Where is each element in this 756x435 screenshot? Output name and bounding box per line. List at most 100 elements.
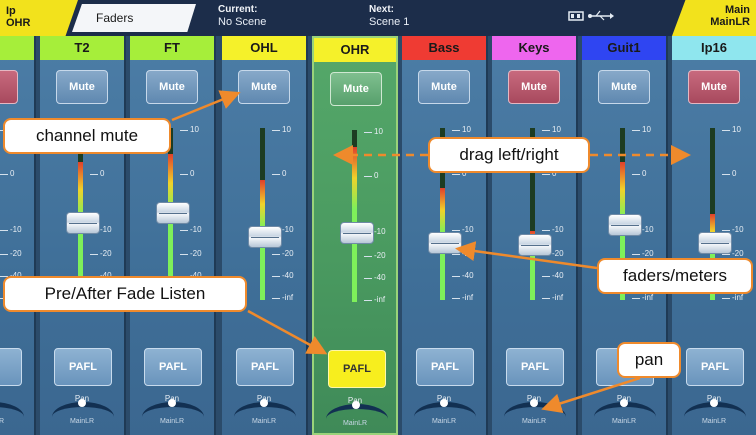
channel-name[interactable]: Bass (402, 36, 486, 60)
channel-strip[interactable]: T2Mute100-10-20-40-infPAFLPanMainLR (40, 36, 126, 435)
mute-button[interactable]: Mute (238, 70, 290, 104)
scale-tick (364, 256, 372, 257)
scale-tick (364, 300, 372, 301)
pafl-button[interactable]: PAFL (506, 348, 564, 386)
pan-control[interactable] (0, 402, 24, 432)
pafl-button[interactable]: L (0, 348, 22, 386)
scale-label: -20 (642, 249, 654, 258)
scale-tick (632, 298, 640, 299)
scale-label: -40 (732, 271, 744, 280)
channel-strip[interactable]: OHLMute100-10-20-40-infPAFLPanMainLR (222, 36, 308, 435)
channel-name[interactable]: OHL (222, 36, 306, 60)
pafl-button[interactable]: PAFL (54, 348, 112, 386)
scale-tick (632, 276, 640, 277)
scale-tick (632, 130, 640, 131)
pan-destination: MainLR (69, 418, 95, 425)
scale-label: 10 (100, 125, 109, 134)
fader-handle[interactable] (518, 234, 552, 256)
channel-name[interactable]: Ip16 (672, 36, 756, 60)
channel-strip[interactable]: OHRMute100-10-20-40-infPAFLPanMainLR (312, 36, 398, 435)
fader-handle[interactable] (66, 212, 100, 234)
channel-strip[interactable]: 10 0 -10 -20 -40 -inf L Pan MainLR (0, 36, 36, 435)
pan-destination: MainLR (431, 418, 457, 425)
pan-position-dot (168, 399, 176, 407)
channel-name[interactable] (0, 36, 34, 60)
pan-destination: MainLR (521, 418, 547, 425)
pafl-button[interactable]: PAFL (328, 350, 386, 388)
scale-label: -40 (100, 271, 112, 280)
mute-button[interactable]: Mute (508, 70, 560, 104)
channel-name[interactable]: Guit1 (582, 36, 666, 60)
pafl-button[interactable]: PAFL (236, 348, 294, 386)
scale-tick (180, 276, 188, 277)
pan-position-dot (620, 399, 628, 407)
scale-tick (90, 276, 98, 277)
scale-label: 0 (190, 169, 195, 178)
mute-button[interactable]: Mute (598, 70, 650, 104)
channel-strip[interactable]: Guit1Mute100-10-20-40-infPPanMainLR (582, 36, 668, 435)
pan-destination: MainLR (701, 418, 727, 425)
scale-tick (272, 130, 280, 131)
scale-tick (272, 298, 280, 299)
channel-name[interactable]: T2 (40, 36, 124, 60)
scale-label: 10 (642, 125, 651, 134)
scale-label: -inf (374, 295, 386, 304)
mute-button[interactable]: Mute (330, 72, 382, 106)
scale-label: -10 (374, 227, 386, 236)
channel-strip[interactable]: FTMute100-10-20-40-infPAFLPanMainLR (130, 36, 216, 435)
scale-label: -10 (462, 225, 474, 234)
scale-label: 0 (732, 169, 737, 178)
pafl-button[interactable]: PAFL (416, 348, 474, 386)
pafl-button[interactable]: P (596, 348, 654, 386)
pan-destination: MainLR (159, 418, 185, 425)
channel-strip[interactable]: BassMute100-10-20-40-infPAFLPanMainLR (402, 36, 488, 435)
next-scene-label: Next: (369, 4, 395, 15)
level-meter (530, 128, 535, 300)
scale-label: -10 (100, 225, 112, 234)
scale-label: 0 (100, 169, 105, 178)
scale-label: 10 (552, 125, 561, 134)
pafl-button[interactable]: PAFL (144, 348, 202, 386)
mute-button[interactable]: Mute (688, 70, 740, 104)
pan-destination: MainLR (251, 418, 277, 425)
scale-label: 0 (462, 169, 467, 178)
mute-button[interactable] (0, 70, 18, 104)
scale-tick (632, 174, 640, 175)
scale-tick (542, 276, 550, 277)
scale-label: 0 (282, 169, 287, 178)
scale-tick (722, 298, 730, 299)
selected-channel-indicator[interactable]: Ip OHR (0, 0, 78, 36)
scale-label: -20 (552, 249, 564, 258)
channel-name[interactable]: FT (130, 36, 214, 60)
top-bar: Ip OHR Faders Current: No Scene Next: Sc… (0, 0, 756, 36)
meter-fill (168, 153, 173, 300)
channel-name[interactable]: OHR (314, 38, 396, 62)
mute-button[interactable]: Mute (56, 70, 108, 104)
view-tab-faders[interactable]: Faders (72, 4, 196, 32)
scale-tick (180, 298, 188, 299)
scale-label: -inf (100, 293, 112, 302)
mute-button[interactable]: Mute (418, 70, 470, 104)
channel-strip[interactable]: Ip16Mute100-10-20-40-infPAFLPanMainLR (672, 36, 756, 435)
scale-tick (722, 230, 730, 231)
scale-label: -inf (282, 293, 294, 302)
fader-handle[interactable] (156, 202, 190, 224)
mute-button[interactable]: Mute (146, 70, 198, 104)
main-mix-indicator[interactable]: Main MainLR (672, 0, 756, 36)
channel-name[interactable]: Keys (492, 36, 576, 60)
scale-tick (180, 254, 188, 255)
scale-tick (0, 230, 8, 231)
channel-strip[interactable]: KeysMute100-10-20-40-infPAFLPanMainLR (492, 36, 578, 435)
scale-tick (90, 254, 98, 255)
fader-handle[interactable] (608, 214, 642, 236)
fader-handle[interactable] (428, 232, 462, 254)
scale-label: -inf (642, 293, 654, 302)
scale-label: -inf (190, 293, 202, 302)
scale-tick (364, 132, 372, 133)
scale-label: -40 (462, 271, 474, 280)
pafl-button[interactable]: PAFL (686, 348, 744, 386)
fader-handle[interactable] (340, 222, 374, 244)
fader-handle[interactable] (248, 226, 282, 248)
pan-position-dot (78, 399, 86, 407)
fader-handle[interactable] (698, 232, 732, 254)
